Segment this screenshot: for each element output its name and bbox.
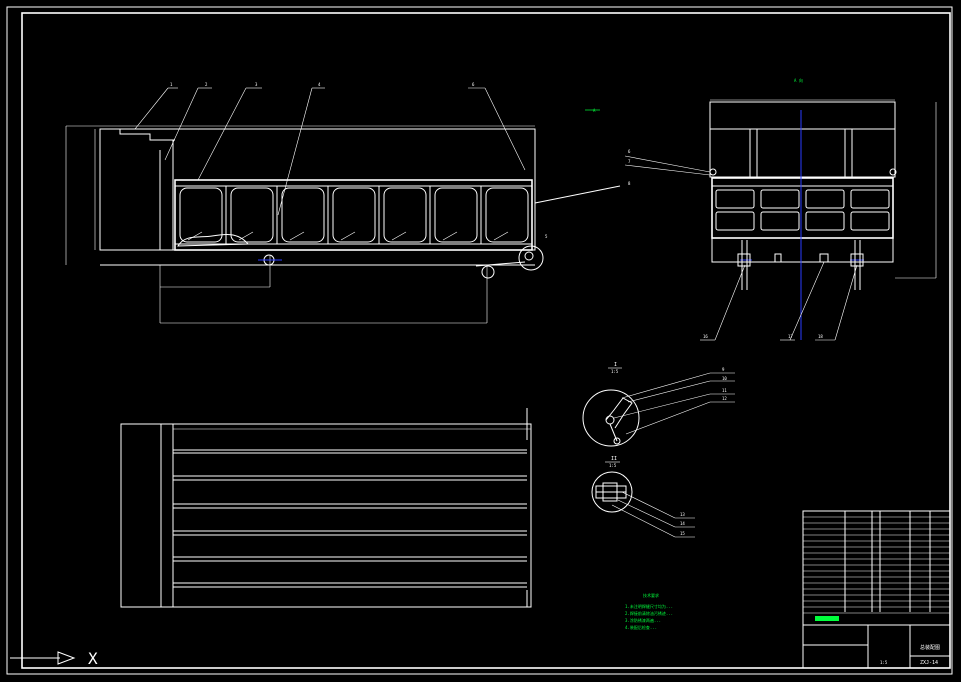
- balloon: 8: [628, 181, 631, 186]
- balloon: 12: [722, 396, 727, 401]
- side-cell: [805, 211, 845, 231]
- detail-view-1: I 1:5 9 10 11 12: [582, 362, 735, 447]
- technical-requirements: 技术要求 1.未注明焊缝尺寸均为... 2.焊接前清除油污锈迹... 3.涂防锈…: [625, 592, 673, 630]
- side-cell: [760, 189, 800, 209]
- side-view-title: A 向: [794, 77, 803, 83]
- tech-item: 4.装配后检查...: [625, 624, 657, 630]
- compartment-cell: [179, 187, 223, 243]
- compartment-cell: [434, 187, 478, 243]
- side-cell: [760, 211, 800, 231]
- ucs-axis-label: X: [88, 649, 98, 668]
- drawing-name: 总装配图: [920, 644, 940, 651]
- balloon: 2: [205, 82, 208, 87]
- side-cell: [715, 211, 755, 231]
- pivot-wheel: [481, 265, 495, 279]
- section-mark: A: [593, 108, 596, 113]
- balloon: 16: [703, 334, 708, 339]
- detail-view-2: II 1:5 13 14 15: [591, 456, 695, 538]
- front-view: 1 2 3 4 6 5 A: [65, 82, 621, 324]
- side-cell: [850, 211, 890, 231]
- compartment-cell: [281, 187, 325, 243]
- detail-scale: 1:5: [609, 463, 617, 468]
- balloon: 4: [318, 82, 321, 87]
- balloon: 9: [722, 367, 725, 372]
- balloon: 5: [545, 234, 548, 239]
- tech-item: 3.涂防锈漆两遍...: [625, 617, 661, 623]
- balloon: 17: [788, 334, 793, 339]
- balloon: 11: [722, 388, 727, 393]
- balloon: 15: [680, 531, 685, 536]
- balloon: 6: [472, 82, 475, 87]
- side-view: A 向 6 7 8 16 17 18: [624, 77, 937, 341]
- balloon: 14: [680, 521, 685, 526]
- ucs-icon: X: [10, 649, 98, 668]
- balloon: 7: [628, 159, 631, 164]
- balloon: 10: [722, 376, 727, 381]
- balloon: 3: [255, 82, 258, 87]
- parts-list: 总装配图 ZXJ-14 1:5: [802, 510, 951, 669]
- cad-drawing: 1 2 3 4 6 5 A A 向 6 7 8 16 17 18 I 1:5 9…: [6, 6, 953, 675]
- balloon: 13: [680, 512, 685, 517]
- detail-label: II: [611, 456, 617, 462]
- balloon: 18: [818, 334, 823, 339]
- accent-bar: [815, 616, 839, 621]
- detail-scale: 1:5: [611, 369, 619, 374]
- outer-frame: [6, 6, 953, 675]
- compartment-cell: [230, 187, 274, 243]
- balloon: 1: [170, 82, 173, 87]
- side-cell: [805, 189, 845, 209]
- compartment-cell: [332, 187, 376, 243]
- tech-item: 2.焊接前清除油污锈迹...: [625, 610, 673, 616]
- detail-label: I: [614, 362, 617, 368]
- side-cell: [850, 189, 890, 209]
- compartment-cell: [485, 187, 529, 243]
- drawing-number: ZXJ-14: [920, 660, 938, 666]
- tech-title: 技术要求: [643, 592, 659, 598]
- scale-label: 1:5: [880, 660, 888, 665]
- balloon: 6: [628, 149, 631, 154]
- compartment-cell: [383, 187, 427, 243]
- side-cell: [715, 189, 755, 209]
- tech-item: 1.未注明焊缝尺寸均为...: [625, 603, 673, 609]
- top-view: [120, 408, 532, 608]
